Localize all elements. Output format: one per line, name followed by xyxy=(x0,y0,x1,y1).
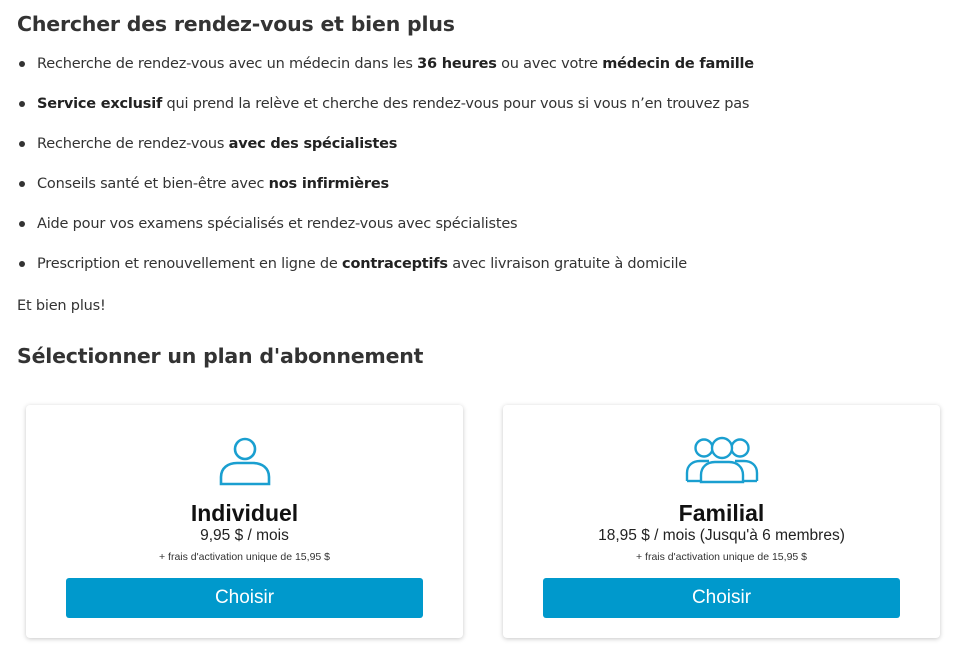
bullet-icon xyxy=(19,101,25,107)
bullet-icon xyxy=(19,61,25,67)
feature-text-bold: contraceptifs xyxy=(342,256,448,272)
feature-item: Recherche de rendez-vous avec un médecin… xyxy=(17,52,957,92)
feature-text-run: Aide pour vos examens spécialisés et ren… xyxy=(37,216,518,232)
feature-text-bold: 36 heures xyxy=(417,56,497,72)
feature-text-run: Recherche de rendez-vous avec un médecin… xyxy=(37,56,418,72)
plan-name: Familial xyxy=(678,500,765,526)
features-list: Recherche de rendez-vous avec un médecin… xyxy=(17,52,957,292)
feature-text-run: qui prend la relève et cherche des rende… xyxy=(162,96,750,112)
feature-text-bold: médecin de famille xyxy=(602,56,754,72)
choose-family-button[interactable]: Choisir xyxy=(543,578,900,618)
feature-text: Recherche de rendez-vous avec des spécia… xyxy=(37,136,397,152)
feature-text-run: Prescription et renouvellement en ligne … xyxy=(37,256,343,272)
feature-text-bold: Service exclusif xyxy=(37,96,163,112)
plan-price: 9,95 $ / mois xyxy=(200,527,289,544)
feature-item: Service exclusif qui prend la relève et … xyxy=(17,92,957,132)
feature-text-run: avec livraison gratuite à domicile xyxy=(447,256,688,272)
feature-text: Prescription et renouvellement en ligne … xyxy=(37,256,687,272)
feature-text: Aide pour vos examens spécialisés et ren… xyxy=(37,216,518,232)
feature-text-run: ou avec votre xyxy=(496,56,603,72)
more-text: Et bien plus! xyxy=(17,298,106,314)
person-icon xyxy=(218,435,272,491)
feature-item: Aide pour vos examens spécialisés et ren… xyxy=(17,212,957,252)
group-icon xyxy=(685,435,759,489)
plan-card-family: Familial 18,95 $ / mois (Jusqu'à 6 membr… xyxy=(503,405,940,638)
feature-text: Conseils santé et bien-être avec nos inf… xyxy=(37,176,389,192)
feature-text-run: Recherche de rendez-vous xyxy=(37,136,229,152)
plan-price: 18,95 $ / mois (Jusqu'à 6 membres) xyxy=(598,527,845,544)
feature-item: Prescription et renouvellement en ligne … xyxy=(17,252,957,292)
feature-text-run: Conseils santé et bien-être avec xyxy=(37,176,269,192)
activation-fee: + frais d'activation unique de 15,95 $ xyxy=(159,551,330,563)
section-title-plans: Sélectionner un plan d'abonnement xyxy=(17,344,424,368)
feature-text-bold: nos infirmières xyxy=(268,176,389,192)
feature-text: Recherche de rendez-vous avec un médecin… xyxy=(37,56,754,72)
feature-text-bold: avec des spécialistes xyxy=(228,136,398,152)
bullet-icon xyxy=(19,261,25,267)
plan-name: Individuel xyxy=(190,500,299,526)
plan-card-individual: Individuel 9,95 $ / mois + frais d'activ… xyxy=(26,405,463,638)
section-title-appointments: Chercher des rendez-vous et bien plus xyxy=(17,12,455,36)
activation-fee: + frais d'activation unique de 15,95 $ xyxy=(636,551,807,563)
feature-text: Service exclusif qui prend la relève et … xyxy=(37,96,749,112)
bullet-icon xyxy=(19,221,25,227)
feature-item: Recherche de rendez-vous avec des spécia… xyxy=(17,132,957,172)
choose-individual-button[interactable]: Choisir xyxy=(66,578,423,618)
page: Chercher des rendez-vous et bien plus Re… xyxy=(0,0,966,658)
feature-item: Conseils santé et bien-être avec nos inf… xyxy=(17,172,957,212)
bullet-icon xyxy=(19,141,25,147)
bullet-icon xyxy=(19,181,25,187)
